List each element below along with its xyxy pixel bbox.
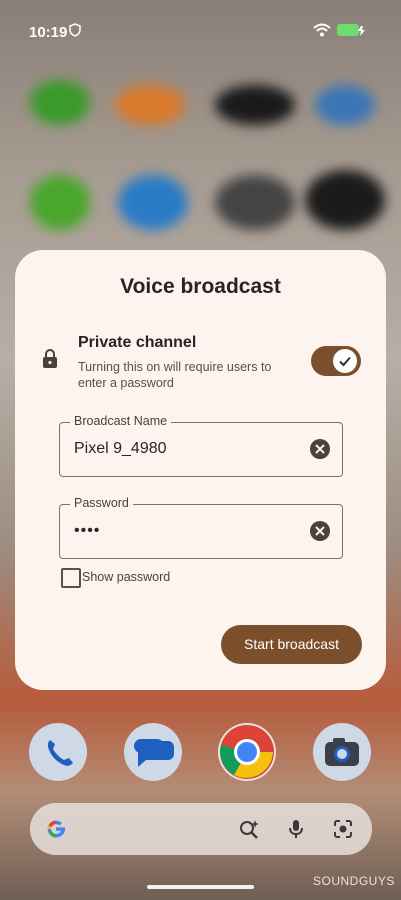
dialog-title: Voice broadcast <box>120 275 281 298</box>
toggle-knob <box>333 349 357 373</box>
google-search-bar[interactable] <box>30 803 372 855</box>
wifi-icon <box>313 23 331 42</box>
navigation-handle[interactable] <box>147 885 254 889</box>
show-password-checkbox[interactable] <box>61 568 81 588</box>
check-icon <box>339 356 351 367</box>
microphone-icon[interactable] <box>284 817 308 846</box>
camera-lens-icon[interactable] <box>331 817 355 846</box>
camera-icon[interactable] <box>313 723 371 781</box>
clear-broadcast-name-button[interactable] <box>310 439 330 459</box>
private-channel-title: Private channel <box>78 334 197 351</box>
lock-icon <box>42 348 58 374</box>
close-icon <box>315 526 325 536</box>
broadcast-name-field[interactable]: Broadcast Name Pixel 9_4980 <box>59 414 343 477</box>
battery-charging-icon <box>337 23 367 42</box>
messages-icon[interactable] <box>124 723 182 781</box>
watermark: SOUNDGUYS <box>313 874 395 888</box>
close-icon <box>315 444 325 454</box>
password-field[interactable]: Password •••• <box>59 496 343 559</box>
voice-broadcast-dialog: Voice broadcast Private channel Turning … <box>15 250 386 690</box>
password-label: Password <box>70 496 133 510</box>
private-channel-toggle[interactable] <box>311 346 361 376</box>
phone-icon[interactable] <box>29 723 87 781</box>
show-password-label[interactable]: Show password <box>82 570 170 584</box>
broadcast-name-value[interactable]: Pixel 9_4980 <box>74 440 167 458</box>
vpn-shield-icon <box>69 23 81 42</box>
google-g-icon[interactable] <box>44 817 68 846</box>
status-time: 10:19 <box>29 24 68 41</box>
chrome-icon[interactable] <box>218 723 276 781</box>
clear-password-button[interactable] <box>310 521 330 541</box>
password-value[interactable]: •••• <box>74 522 100 540</box>
status-bar: 10:19 <box>0 0 401 60</box>
broadcast-name-label: Broadcast Name <box>70 414 172 428</box>
private-channel-description: Turning this on will require users to en… <box>78 360 272 390</box>
lens-search-icon[interactable] <box>237 817 261 846</box>
start-broadcast-button[interactable]: Start broadcast <box>221 625 362 664</box>
